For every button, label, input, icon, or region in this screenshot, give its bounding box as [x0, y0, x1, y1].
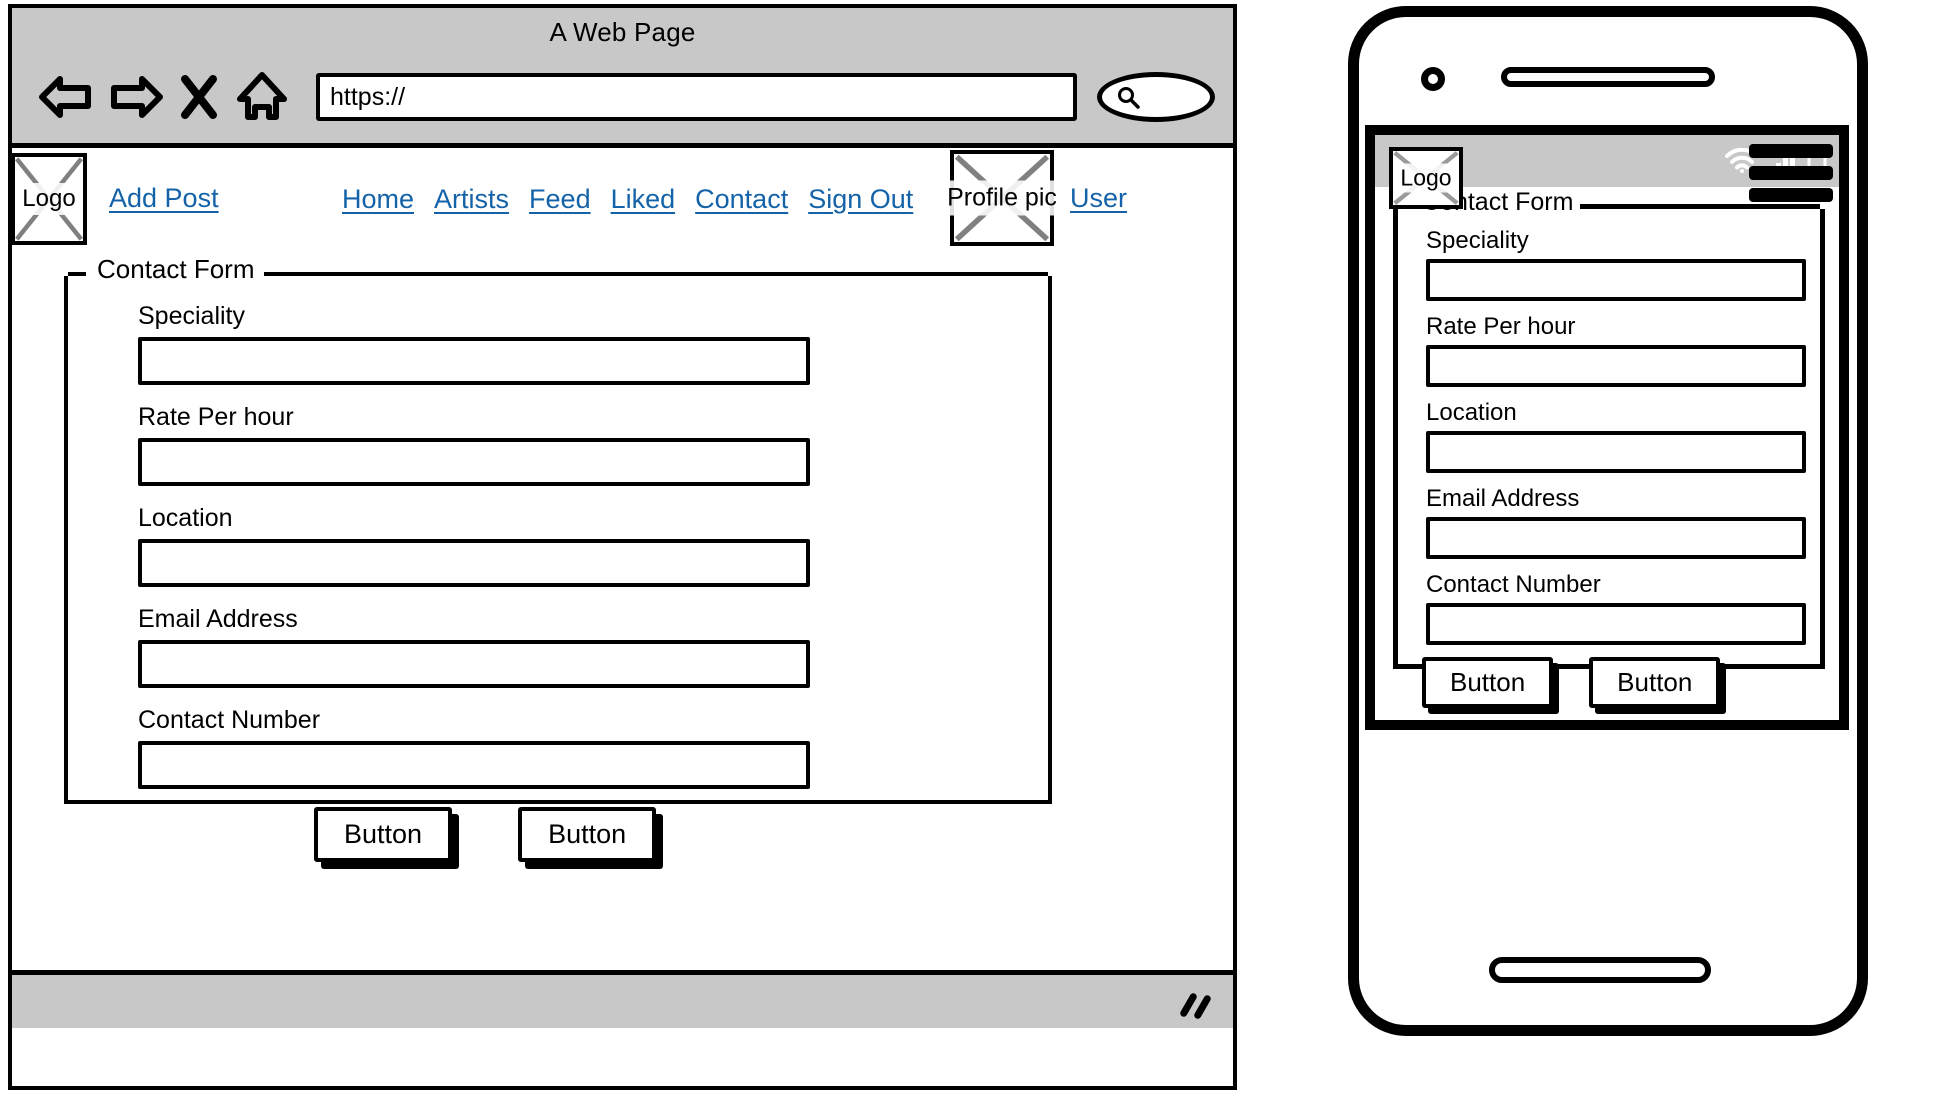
form-legend: Contact Form — [90, 256, 262, 282]
mobile-logo-label: Logo — [1396, 163, 1456, 193]
nav-link-liked[interactable]: Liked — [611, 184, 676, 215]
field-label: Location — [138, 504, 233, 532]
mobile-logo-placeholder[interactable]: Logo — [1389, 147, 1463, 209]
email-address-input[interactable] — [138, 640, 810, 688]
window-title: A Web Page — [549, 17, 696, 47]
mobile-form-button-row: Button Button — [1422, 657, 1820, 708]
mobile-form-button-primary[interactable]: Button — [1422, 657, 1554, 708]
nav-link-home[interactable]: Home — [342, 184, 414, 215]
nav-link-artists[interactable]: Artists — [434, 184, 509, 215]
url-input[interactable]: https:// — [316, 73, 1077, 121]
mobile-email-address-input[interactable] — [1426, 517, 1806, 559]
back-arrow-icon[interactable] — [38, 69, 94, 125]
search-icon — [1118, 87, 1140, 109]
mobile-rate-per-hour-input[interactable] — [1426, 345, 1806, 387]
hamburger-menu-icon[interactable] — [1749, 144, 1833, 202]
page-content: Logo Add Post Home Artists Feed Liked Co… — [12, 148, 1233, 1028]
field-label: Email Address — [138, 605, 298, 633]
field-email-address: Email Address — [138, 605, 810, 688]
phone-camera-icon — [1421, 67, 1445, 91]
field-speciality: Speciality — [138, 302, 810, 385]
field-label: Email Address — [1426, 485, 1580, 512]
field-location: Location — [138, 504, 810, 587]
home-icon[interactable] — [234, 69, 290, 125]
speciality-input[interactable] — [138, 337, 810, 385]
site-navbar: Logo Add Post Home Artists Feed Liked Co… — [12, 148, 1233, 248]
search-button[interactable] — [1097, 72, 1215, 122]
location-input[interactable] — [138, 539, 810, 587]
mobile-field-location: Location — [1426, 399, 1806, 473]
field-label: Speciality — [138, 302, 245, 330]
field-label: Contact Number — [138, 706, 321, 734]
url-text: https:// — [330, 82, 406, 111]
form-button-primary[interactable]: Button — [314, 807, 453, 862]
resize-grip-icon[interactable] — [1177, 991, 1217, 1021]
field-label: Rate Per hour — [138, 403, 294, 431]
field-label: Contact Number — [1426, 571, 1601, 598]
mobile-field-email-address: Email Address — [1426, 485, 1806, 559]
profile-pic-label: Profile pic — [938, 180, 1066, 216]
mobile-contact-form-group: Contact Form Speciality Rate Per hour Lo… — [1393, 190, 1825, 708]
mobile-speciality-input[interactable] — [1426, 259, 1806, 301]
nav-link-sign-out[interactable]: Sign Out — [808, 184, 913, 215]
nav-link-feed[interactable]: Feed — [529, 184, 591, 215]
field-rate-per-hour: Rate Per hour — [138, 403, 810, 486]
phone-screen: Logo Contact Form Speciality Rate Per ho… — [1365, 125, 1849, 730]
field-label: Location — [1426, 399, 1517, 426]
phone-device: Logo Contact Form Speciality Rate Per ho… — [1348, 6, 1868, 1036]
wireframe-canvas: A Web Page https:// Logo Add Post Home A… — [0, 0, 1948, 1094]
forward-arrow-icon[interactable] — [108, 69, 164, 125]
browser-chrome: A Web Page https:// — [12, 8, 1233, 148]
form-group-rule — [264, 272, 1048, 276]
phone-speaker-icon — [1501, 67, 1715, 87]
browser-window: A Web Page https:// Logo Add Post Home A… — [8, 4, 1237, 1090]
field-label: Speciality — [1426, 227, 1529, 254]
user-area: Profile pic User — [938, 150, 1127, 246]
field-contact-number: Contact Number — [138, 706, 810, 789]
mobile-field-rate-per-hour: Rate Per hour — [1426, 313, 1806, 387]
form-button-secondary[interactable]: Button — [518, 807, 657, 862]
form-button-row: Button Button — [314, 807, 1048, 862]
user-link[interactable]: User — [1070, 183, 1127, 214]
logo-label: Logo — [18, 183, 80, 215]
mobile-location-input[interactable] — [1426, 431, 1806, 473]
window-status-bar — [12, 970, 1233, 1028]
rate-per-hour-input[interactable] — [138, 438, 810, 486]
contact-form-group: Contact Form Speciality Rate Per hour Lo… — [64, 256, 1052, 862]
logo-placeholder[interactable]: Logo — [12, 153, 87, 245]
mobile-field-contact-number: Contact Number — [1426, 571, 1806, 645]
main-nav-links: Home Artists Feed Liked Contact Sign Out — [342, 184, 913, 215]
profile-pic-placeholder[interactable]: Profile pic — [938, 150, 1066, 246]
field-label: Rate Per hour — [1426, 313, 1576, 340]
mobile-form-button-secondary[interactable]: Button — [1589, 657, 1721, 708]
mobile-form-group-rule — [1580, 204, 1820, 209]
mobile-contact-number-input[interactable] — [1426, 603, 1806, 645]
add-post-link[interactable]: Add Post — [109, 183, 219, 214]
nav-link-contact[interactable]: Contact — [695, 184, 788, 215]
mobile-field-speciality: Speciality — [1426, 227, 1806, 301]
phone-home-button[interactable] — [1489, 957, 1711, 983]
stop-close-icon[interactable] — [178, 69, 220, 125]
browser-toolbar: https:// — [12, 52, 1233, 142]
contact-number-input[interactable] — [138, 741, 810, 789]
